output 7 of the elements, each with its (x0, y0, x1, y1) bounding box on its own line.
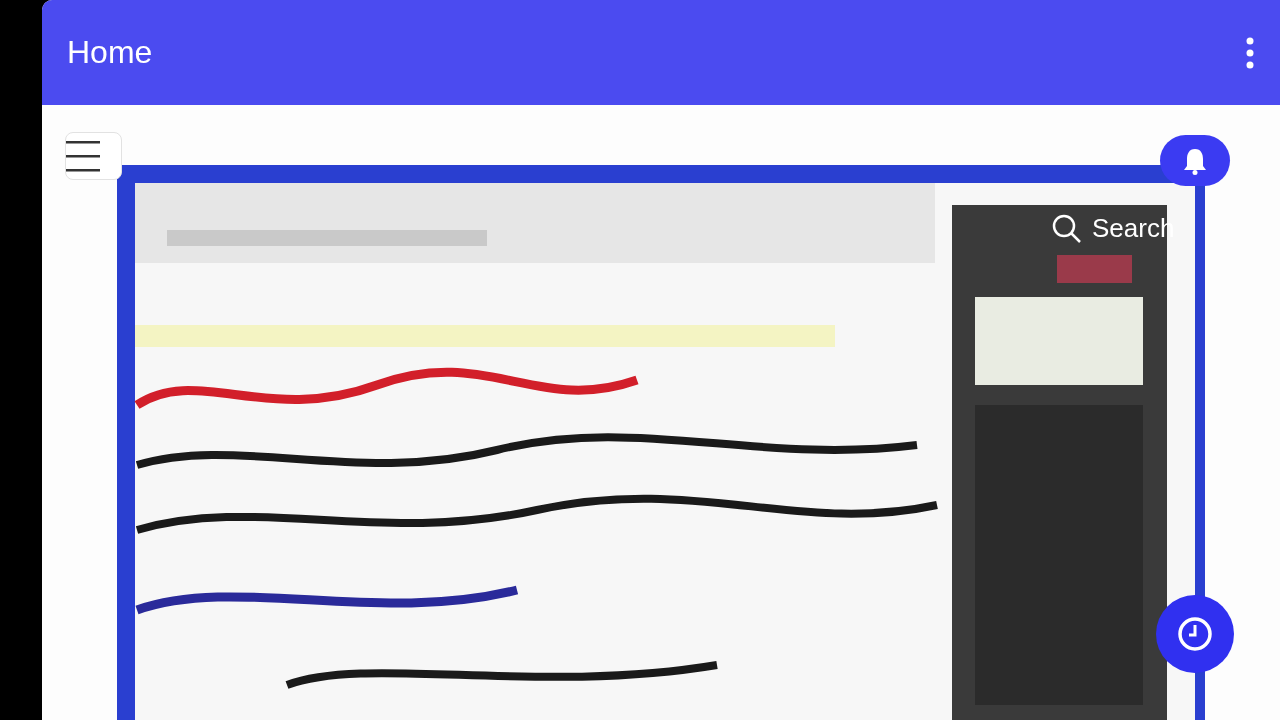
clock-icon (1177, 616, 1213, 652)
more-icon (1246, 36, 1254, 69)
menu-icon (66, 139, 102, 173)
bell-icon (1183, 146, 1207, 175)
page-title: Home (67, 34, 153, 71)
menu-button[interactable] (65, 132, 122, 180)
search-icon (1052, 213, 1082, 244)
